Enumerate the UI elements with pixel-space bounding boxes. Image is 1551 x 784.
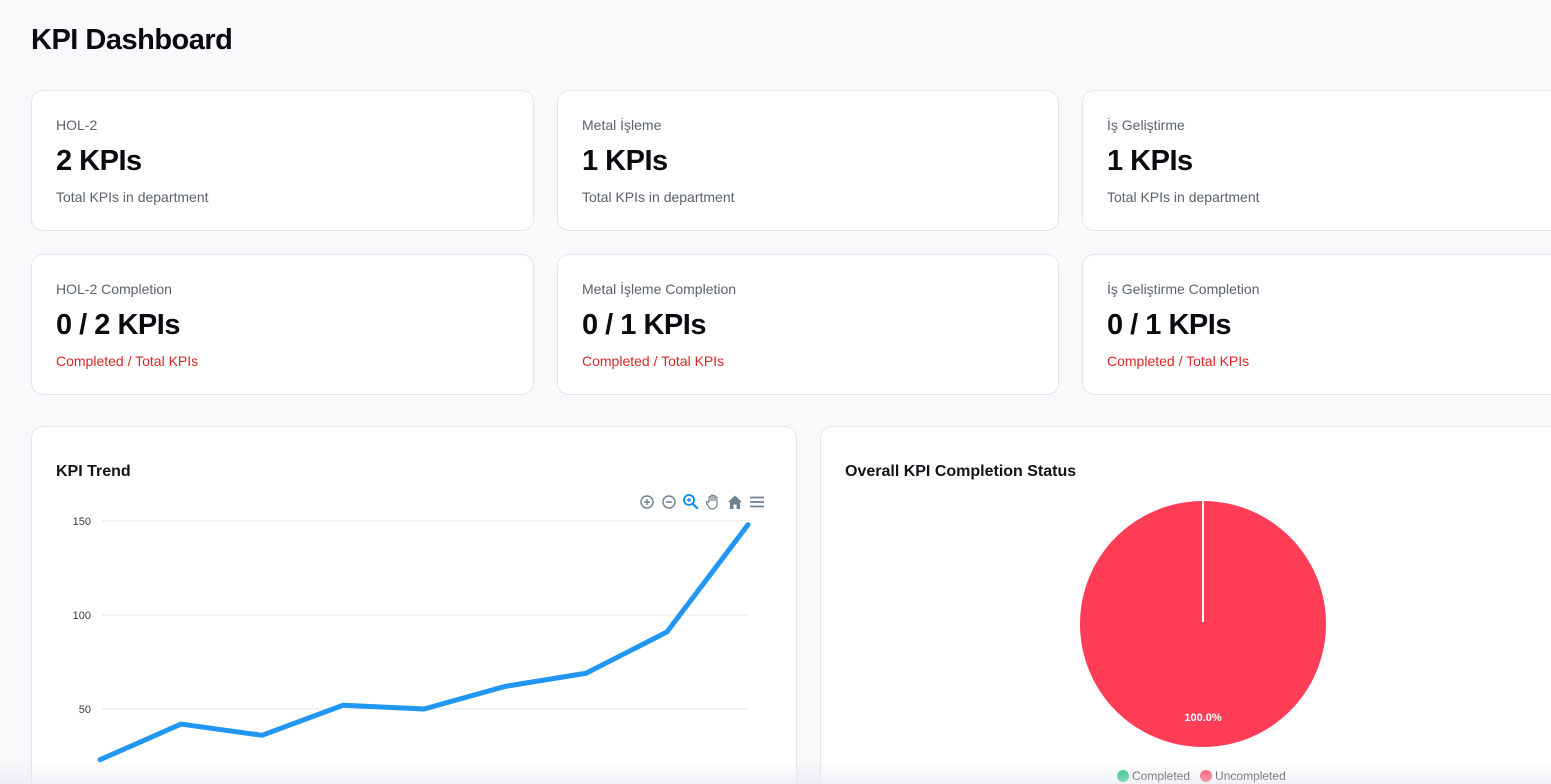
card-label: İş Geliştirme [1107,117,1185,133]
card-value: 0 / 1 KPIs [1107,309,1231,341]
card-value: 1 KPIs [1107,145,1193,177]
legend-label-uncompleted: Uncompleted [1215,769,1286,783]
card-label: Metal İşleme Completion [582,281,737,297]
completion-status-panel: Overall KPI Completion Status 100.0% Com… [820,426,1551,784]
completion-card-hol2: HOL-2 Completion 0 / 2 KPIs Completed / … [31,254,534,395]
kpi-trend-line [97,522,751,763]
card-value: 0 / 1 KPIs [582,309,706,341]
kpi-trend-panel: KPI Trend 150 100 50 [31,426,797,784]
card-subtitle: Completed / Total KPIs [582,353,725,369]
legend-label-completed: Completed [1132,769,1191,783]
legend-item-uncompleted[interactable]: Uncompleted [1200,769,1286,783]
card-label: HOL-2 Completion [56,281,172,297]
y-tick-label: 100 [73,610,91,622]
pie-data-label: 100.0% [1184,712,1222,724]
card-subtitle: Total KPIs in department [56,189,209,205]
card-value: 2 KPIs [56,145,142,177]
card-subtitle: Total KPIs in department [1107,189,1260,205]
legend-marker-uncompleted [1200,770,1213,782]
card-label: Metal İşleme [582,117,662,133]
card-subtitle: Total KPIs in department [582,189,735,205]
dept-card-metal-isleme: Metal İşleme 1 KPIs Total KPIs in depart… [557,90,1059,231]
card-subtitle: Completed / Total KPIs [1107,353,1250,369]
completion-pie-chart: 100.0% [1080,501,1326,747]
legend-marker-completed [1117,770,1129,782]
legend-item-completed[interactable]: Completed [1117,769,1190,783]
y-tick-label: 150 [73,516,91,528]
dept-card-hol2: HOL-2 2 KPIs Total KPIs in department [31,90,534,231]
card-subtitle: Completed / Total KPIs [56,353,199,369]
card-label: İş Geliştirme Completion [1107,281,1260,297]
pie-legend: Completed Uncompleted [1117,769,1286,783]
page-title: KPI Dashboard [31,24,233,56]
completion-card-metal-isleme: Metal İşleme Completion 0 / 1 KPIs Compl… [557,254,1059,395]
card-value: 0 / 2 KPIs [56,309,180,341]
card-label: HOL-2 [56,117,98,133]
kpi-trend-chart: 150 100 50 [73,516,751,763]
dept-card-is-gelistirme: İş Geliştirme 1 KPIs Total KPIs in depar… [1082,90,1551,231]
y-tick-label: 50 [79,704,91,716]
completion-card-is-gelistirme: İş Geliştirme Completion 0 / 1 KPIs Comp… [1082,254,1551,395]
card-value: 1 KPIs [582,145,668,177]
